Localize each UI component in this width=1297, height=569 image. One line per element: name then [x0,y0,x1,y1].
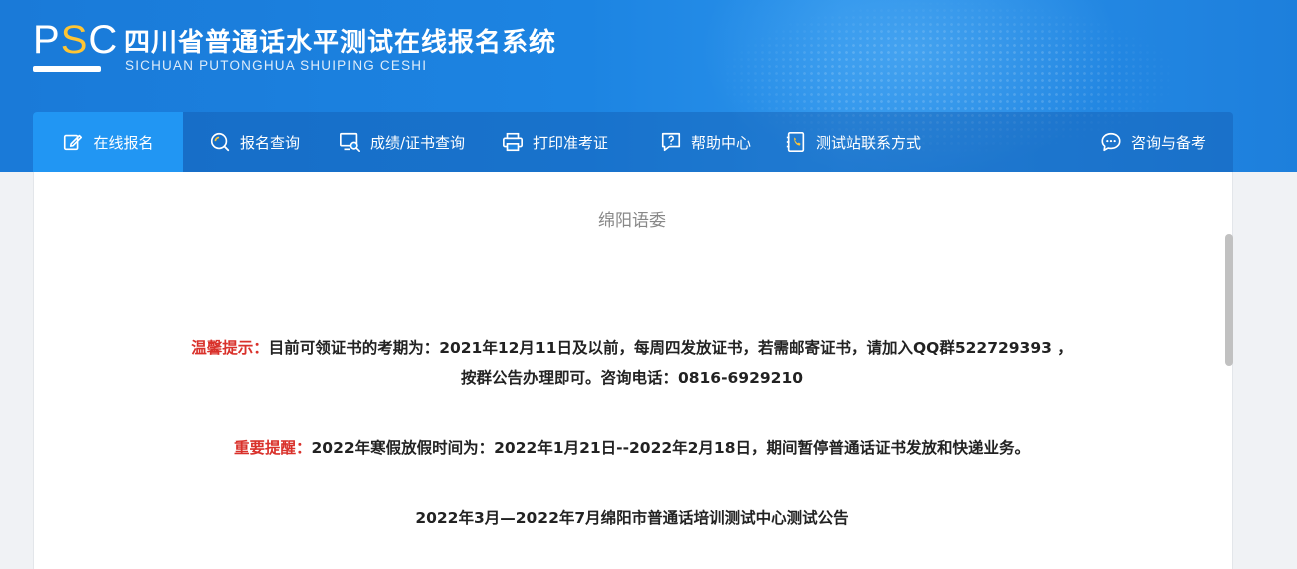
nav-label: 帮助中心 [691,133,752,152]
site-subtitle: SICHUAN PUTONGHUA SHUIPING CESHI [125,58,428,73]
nav-registration-query[interactable]: 报名查询 [209,112,300,172]
nav-label: 咨询与备考 [1131,133,1207,152]
site-header: PSC 四川省普通话水平测试在线报名系统 SICHUAN PUTONGHUA S… [0,0,1297,172]
notice-important-reminder: 重要提醒：2022年寒假放假时间为：2022年1月21日--2022年2月18日… [184,433,1080,463]
org-title: 绵阳语委 [598,211,666,231]
nav-print-admission-ticket[interactable]: 打印准考证 [502,112,608,172]
chat-icon [1101,132,1121,152]
notice-text: 目前可领证书的考期为：2021年12月11日及以前，每周四发放证书，若需邮寄证书… [268,339,1073,387]
printer-icon [503,132,523,152]
notice-warm-tip: 温馨提示：目前可领证书的考期为：2021年12月11日及以前，每周四发放证书，若… [184,333,1080,393]
nav-test-station-contacts[interactable]: 测试站联系方式 [785,112,921,172]
nav-label: 测试站联系方式 [816,133,922,152]
nav-label: 成绩/证书查询 [370,133,466,152]
scrollbar-thumb[interactable] [1225,234,1233,366]
nav-online-registration[interactable]: 在线报名 [33,112,183,172]
help-icon [661,132,681,152]
logo-book-bar [33,66,101,72]
monitor-search-icon [340,132,360,152]
notice-label: 重要提醒： [233,439,312,457]
nav-help-center[interactable]: 帮助中心 [660,112,751,172]
nav-label: 在线报名 [93,133,154,152]
notice-text: 2022年3月—2022年7月绵阳市普通话培训测试中心测试公告 [415,509,849,527]
notice-text: 2022年寒假放假时间为：2022年1月21日--2022年2月18日，期间暂停… [311,439,1031,457]
main-nav: 在线报名 报名查询 成绩/证书查询 打印准考证 帮助中心 测试站联系方式 咨询与… [33,112,1233,172]
site-title: 四川省普通话水平测试在线报名系统 [124,28,557,58]
notice-label: 温馨提示： [191,339,269,357]
nav-label: 打印准考证 [533,133,609,152]
edit-icon [64,134,83,151]
notice-test-announcement-link[interactable]: 2022年3月—2022年7月绵阳市普通话培训测试中心测试公告 [184,503,1080,533]
search-circle-icon [210,132,230,152]
nav-score-certificate-query[interactable]: 成绩/证书查询 [339,112,465,172]
phone-book-icon [786,132,805,152]
content-panel: 绵阳语委 温馨提示：目前可领证书的考期为：2021年12月11日及以前，每周四发… [33,172,1233,569]
logo-text: PSC [33,18,119,62]
nav-label: 报名查询 [240,133,301,152]
psc-logo[interactable]: PSC [33,18,119,74]
nav-consultation-preparation[interactable]: 咨询与备考 [1100,112,1206,172]
